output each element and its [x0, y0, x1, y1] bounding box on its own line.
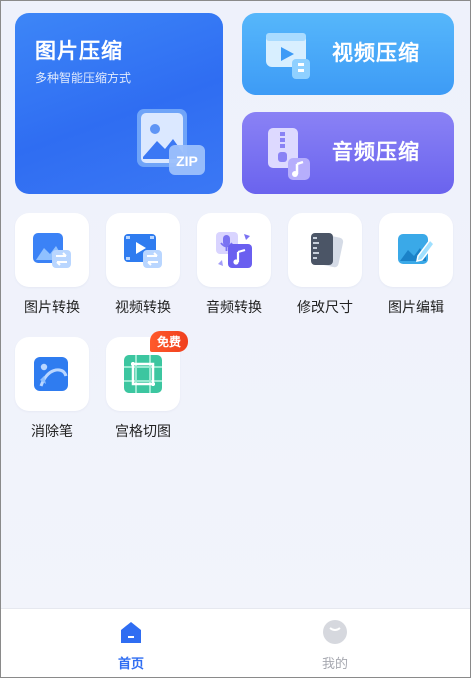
video-compress-card[interactable]: 视频压缩	[242, 13, 454, 95]
profile-icon	[322, 619, 348, 645]
tool-grid-crop[interactable]: 免费 宫格切图	[105, 331, 188, 441]
tool-label: 音频转换	[206, 300, 262, 316]
video-convert-icon	[124, 234, 162, 268]
image-compress-title: 图片压缩	[35, 39, 123, 63]
tool-label: 消除笔	[31, 424, 73, 440]
zip-label: ZIP	[176, 153, 198, 169]
image-compress-subtitle: 多种智能压缩方式	[35, 71, 132, 85]
tab-home[interactable]: 首页	[101, 619, 161, 672]
tool-tile	[288, 213, 362, 287]
tool-label: 视频转换	[115, 300, 171, 316]
audio-file-icon	[268, 128, 310, 180]
resize-icon	[311, 233, 344, 268]
tool-tile	[15, 213, 89, 287]
image-zip-icon: ZIP	[137, 109, 205, 175]
audio-convert-icon	[216, 232, 252, 268]
tool-audio-convert[interactable]: 音频转换	[196, 213, 272, 317]
tool-label: 修改尺寸	[297, 300, 353, 316]
tool-tile	[197, 213, 271, 287]
app-screen: 图片压缩 多种智能压缩方式 ZIP 视频压缩 音频压缩 图片转换 视频转换 音频…	[0, 0, 471, 678]
home-icon	[118, 619, 144, 645]
tab-mine-label: 我的	[321, 657, 348, 672]
tab-mine[interactable]: 我的	[305, 619, 365, 672]
tool-label: 图片转换	[24, 300, 80, 316]
tool-tile	[379, 213, 453, 287]
tool-video-convert[interactable]: 视频转换	[105, 213, 181, 317]
audio-compress-title: 音频压缩	[332, 140, 420, 164]
tool-image-edit[interactable]: 图片编辑	[378, 213, 454, 317]
tool-tile	[15, 337, 89, 411]
grid-crop-icon	[124, 355, 162, 393]
audio-compress-card[interactable]: 音频压缩	[242, 112, 454, 194]
image-edit-icon	[398, 234, 435, 264]
tab-home-label: 首页	[117, 657, 144, 672]
eraser-pen-icon	[34, 357, 68, 391]
tool-label: 图片编辑	[388, 300, 444, 316]
tool-label: 宫格切图	[115, 424, 171, 440]
tool-eraser-pen[interactable]: 消除笔	[14, 337, 90, 441]
tool-tile	[106, 213, 180, 287]
image-compress-card[interactable]: 图片压缩 多种智能压缩方式 ZIP	[15, 13, 223, 194]
image-convert-icon	[33, 233, 71, 268]
tool-image-convert[interactable]: 图片转换	[14, 213, 90, 317]
video-compress-title: 视频压缩	[332, 41, 420, 65]
bottom-tab-bar: 首页 我的	[1, 608, 470, 677]
tool-tile: 免费	[106, 331, 188, 411]
tool-resize[interactable]: 修改尺寸	[287, 213, 363, 317]
video-file-icon	[266, 33, 310, 79]
free-badge: 免费	[149, 331, 188, 352]
